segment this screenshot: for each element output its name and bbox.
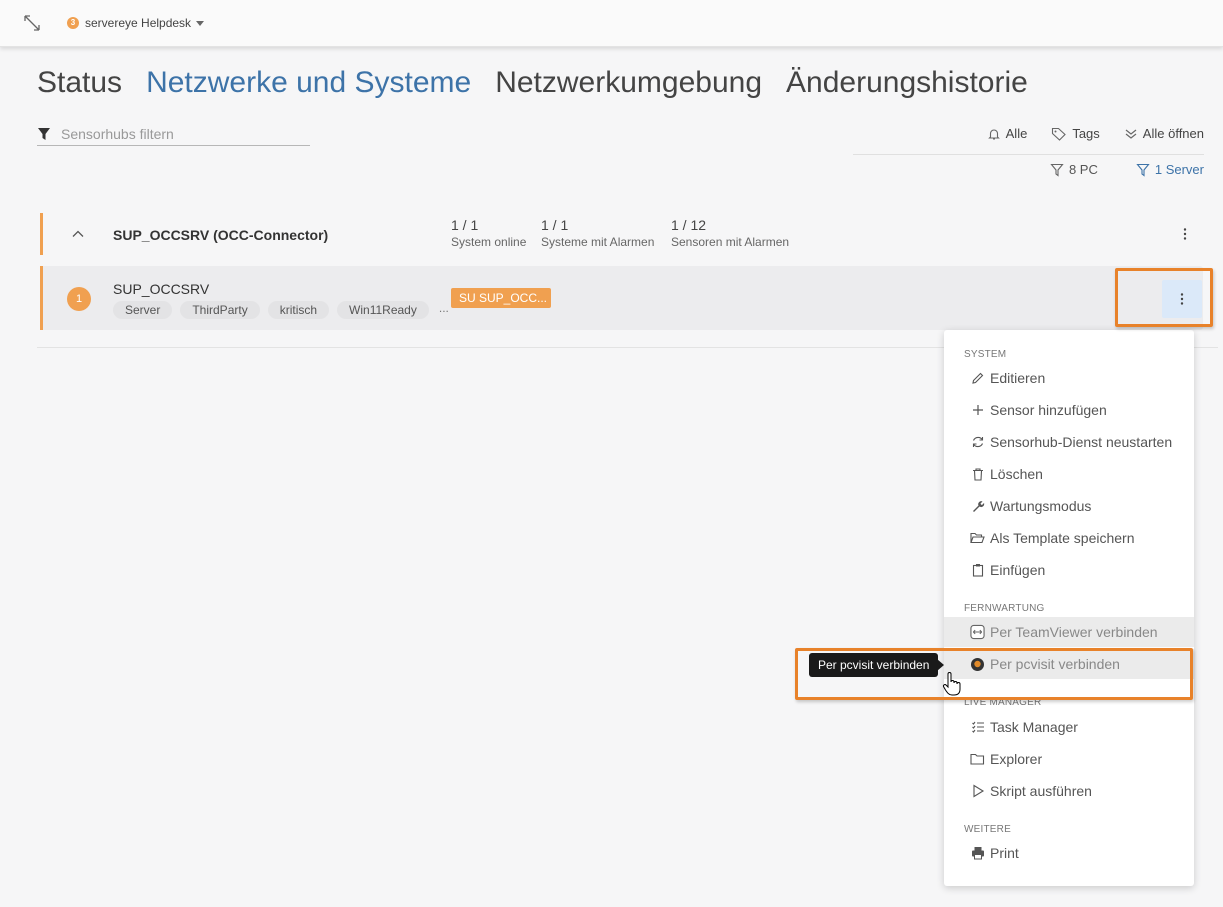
refresh-icon: [970, 435, 985, 450]
tags-button[interactable]: Tags: [1051, 126, 1100, 141]
alle-oeffnen-button[interactable]: Alle öffnen: [1124, 126, 1204, 141]
tab-netzwerkumgebung[interactable]: Netzwerkumgebung: [495, 66, 762, 100]
menu-item-label: Sensor hinzufügen: [990, 402, 1107, 418]
printer-icon: [970, 846, 985, 861]
funnel-icon: [1050, 163, 1064, 177]
funnel-icon: [1136, 163, 1150, 177]
folder-open-icon: [970, 531, 985, 546]
pc-filter[interactable]: 8 PC: [1050, 162, 1098, 177]
more-tags-indicator: ...: [438, 301, 449, 315]
pc-count: 8 PC: [1068, 162, 1098, 177]
customer-name: servereye Helpdesk: [85, 16, 192, 30]
menu-item-teamviewer[interactable]: Per TeamViewer verbinden: [944, 617, 1194, 647]
sensorhub-group-row: SUP_OCCSRV (OCC-Connector) 1 / 1 System …: [40, 213, 1203, 255]
menu-item-label: Skript ausführen: [990, 783, 1092, 799]
alle-oeffnen-label: Alle öffnen: [1142, 126, 1204, 141]
pencil-icon: [970, 371, 985, 386]
caret-down-icon: [196, 20, 205, 26]
alle-label: Alle: [1005, 126, 1028, 141]
filter-icon: [37, 127, 51, 141]
play-icon: [970, 784, 985, 799]
tag-chip: Win11Ready: [337, 301, 429, 319]
menu-item-print[interactable]: Print: [944, 838, 1194, 868]
menu-item-explorer[interactable]: Explorer: [944, 744, 1194, 774]
top-bar: 3 servereye Helpdesk: [0, 0, 1223, 47]
section-fernwartung: FERNWARTUNG: [964, 603, 1045, 614]
bell-icon: [987, 128, 1000, 140]
wrench-icon: [970, 499, 985, 514]
stat-value: 1 / 1: [451, 217, 479, 233]
list-controls: Alle Tags Alle öffnen: [853, 126, 1204, 155]
menu-item-skript-ausfuehren[interactable]: Skript ausführen: [944, 776, 1194, 806]
tag-chip: Server: [113, 301, 173, 319]
folder-icon: [970, 752, 985, 767]
filter-counters: 8 PC 1 Server: [1000, 162, 1204, 177]
more-vertical-icon[interactable]: [1178, 226, 1192, 242]
hand-cursor-icon: [942, 672, 962, 696]
menu-item-editieren[interactable]: Editieren: [944, 363, 1194, 393]
menu-item-label: Explorer: [990, 751, 1043, 767]
menu-item-label: Als Template speichern: [990, 530, 1135, 546]
menu-item-label: Wartungsmodus: [990, 498, 1092, 514]
stat-label: System online: [451, 235, 527, 249]
tooltip-arrow: [937, 659, 944, 671]
section-system: SYSTEM: [964, 349, 1007, 360]
system-context-menu: SYSTEM Editieren Sensor hinzufügen Senso…: [944, 330, 1194, 886]
filter-input[interactable]: [61, 125, 291, 142]
menu-item-neustarten[interactable]: Sensorhub-Dienst neustarten: [944, 427, 1194, 457]
menu-item-sensor-hinzufuegen[interactable]: Sensor hinzufügen: [944, 395, 1194, 425]
expand-arrows-icon[interactable]: [22, 13, 42, 33]
menu-item-als-template-speichern[interactable]: Als Template speichern: [944, 523, 1194, 553]
menu-item-label: Print: [990, 845, 1019, 861]
tags-label: Tags: [1072, 126, 1100, 141]
double-chevron-down-icon: [1125, 129, 1137, 139]
menu-item-einfuegen[interactable]: Einfügen: [944, 555, 1194, 585]
stat-label: Systeme mit Alarmen: [541, 235, 655, 249]
menu-item-label: Einfügen: [990, 562, 1046, 578]
highlight-box-menu-button: [1115, 268, 1213, 327]
server-count: 1 Server: [1154, 162, 1204, 177]
tab-status[interactable]: Status: [37, 66, 122, 100]
tag-chip: ThirdParty: [180, 301, 260, 319]
notification-badge: 3: [67, 17, 79, 29]
tag-icon: [1052, 127, 1067, 141]
menu-item-label: Per TeamViewer verbinden: [990, 624, 1158, 640]
stat-sensoren-mit-alarmen: 1 / 12 Sensoren mit Alarmen: [671, 217, 789, 249]
sensor-alarm-chip[interactable]: SU SUP_OCC...: [451, 288, 551, 308]
section-weitere: WEITERE: [964, 824, 1011, 835]
plus-icon: [970, 403, 985, 418]
system-tags: Server ThirdParty kritisch Win11Ready ..…: [113, 301, 449, 319]
chevron-up-icon[interactable]: [71, 227, 85, 241]
stat-label: Sensoren mit Alarmen: [671, 235, 790, 249]
stat-value: 1 / 1: [541, 217, 569, 233]
teamviewer-icon: [970, 624, 985, 640]
tooltip: Per pcvisit verbinden: [809, 653, 939, 677]
stat-system-online: 1 / 1 System online: [451, 217, 526, 249]
tab-netzwerke-und-systeme[interactable]: Netzwerke und Systeme: [146, 66, 471, 100]
alarm-count-badge: 1: [67, 287, 91, 311]
tab-aenderungshistorie[interactable]: Änderungshistorie: [786, 66, 1028, 100]
clipboard-icon: [970, 563, 985, 578]
menu-item-wartungsmodus[interactable]: Wartungsmodus: [944, 491, 1194, 521]
group-name[interactable]: SUP_OCCSRV (OCC-Connector): [113, 227, 328, 243]
menu-item-label: Editieren: [990, 370, 1046, 386]
customer-selector[interactable]: 3 servereye Helpdesk: [67, 16, 205, 30]
checklist-icon: [970, 720, 985, 735]
main-tabs: Status Netzwerke und Systeme Netzwerkumg…: [37, 66, 1052, 100]
system-name[interactable]: SUP_OCCSRV: [113, 281, 209, 297]
stat-value: 1 / 12: [671, 217, 707, 233]
menu-item-label: Task Manager: [990, 719, 1078, 735]
menu-item-label: Löschen: [990, 466, 1043, 482]
trash-icon: [970, 467, 985, 482]
tag-chip: kritisch: [267, 301, 330, 319]
menu-item-label: Sensorhub-Dienst neustarten: [990, 434, 1173, 450]
alle-button[interactable]: Alle: [987, 126, 1028, 141]
server-filter[interactable]: 1 Server: [1136, 162, 1204, 177]
sensorhub-filter: [37, 122, 310, 146]
menu-item-loeschen[interactable]: Löschen: [944, 459, 1194, 489]
system-row[interactable]: 1 SUP_OCCSRV Server ThirdParty kritisch …: [40, 266, 1203, 330]
stat-systeme-mit-alarmen: 1 / 1 Systeme mit Alarmen: [541, 217, 654, 249]
menu-item-task-manager[interactable]: Task Manager: [944, 712, 1194, 742]
